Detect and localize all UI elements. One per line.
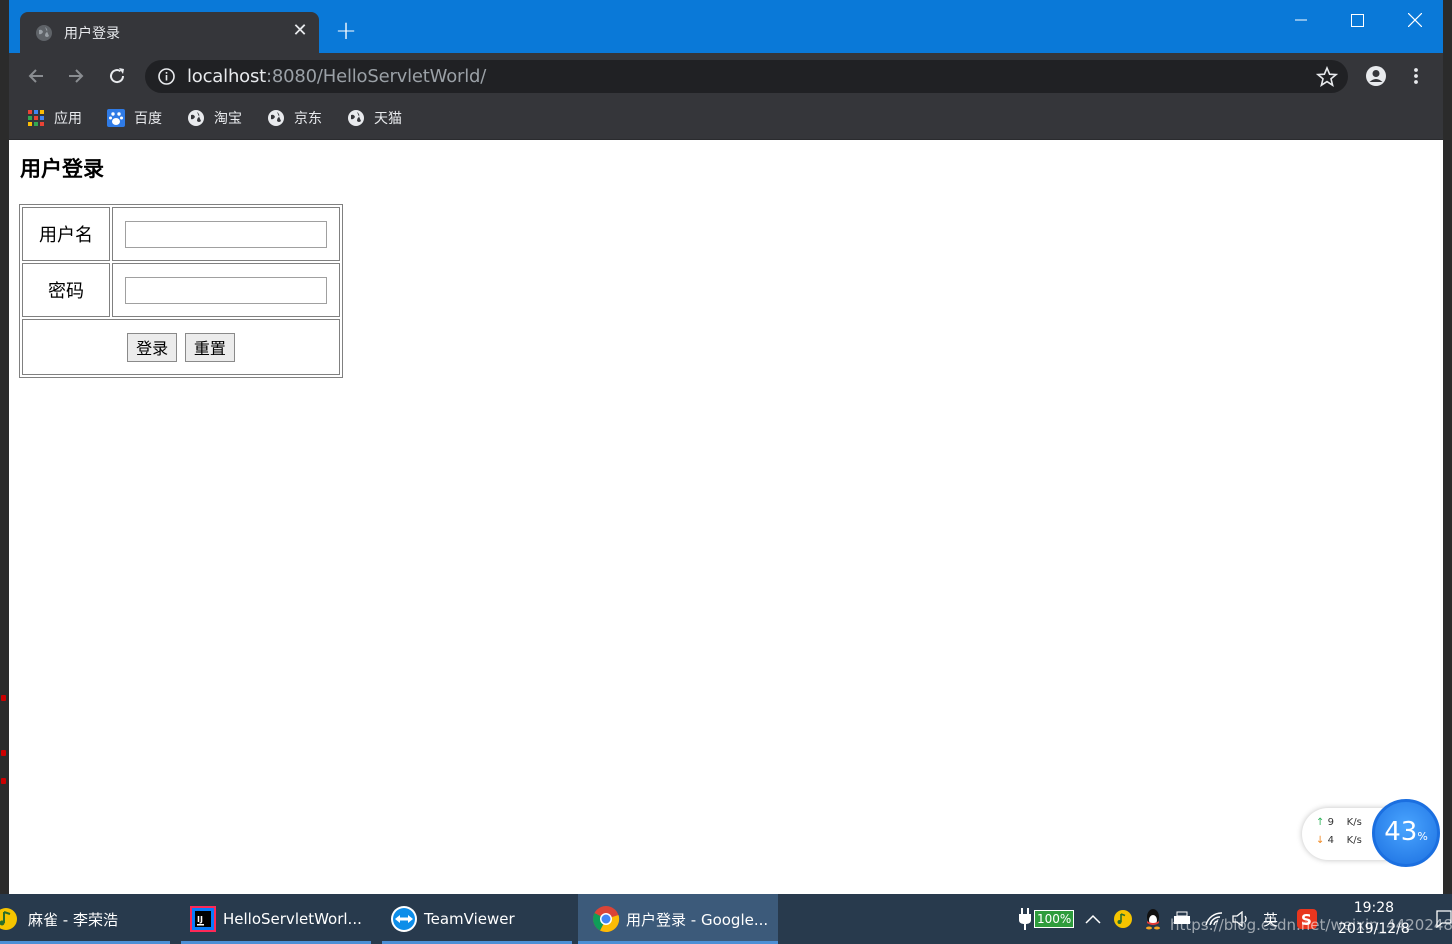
browser-toolbar: localhost:8080/HelloServletWorld/ — [9, 53, 1443, 98]
qq-penguin-icon — [1146, 909, 1160, 930]
csdn-watermark: https://blog.csdn.net/weixin_44202489 — [1170, 916, 1452, 934]
upload-speed: ↑ 9 K/s — [1316, 817, 1362, 828]
download-value: 4 — [1327, 835, 1334, 846]
reset-button[interactable]: 重置 — [184, 332, 235, 362]
teamviewer-icon — [391, 906, 417, 932]
bookmark-taobao[interactable]: 淘宝 — [187, 108, 242, 128]
bookmark-label: 京东 — [294, 111, 322, 127]
more-vert-icon — [1414, 68, 1418, 84]
usage-percent: 43% — [1375, 817, 1437, 847]
bookmark-label: 天猫 — [374, 111, 402, 127]
upload-value: 9 — [1327, 817, 1334, 828]
bookmark-label: 应用 — [54, 111, 82, 127]
button-row: 登录 重置 — [22, 319, 340, 375]
svg-text:IJ: IJ — [197, 915, 203, 924]
globe-icon — [268, 110, 284, 126]
globe-icon — [348, 110, 364, 126]
menu-button[interactable] — [1404, 64, 1428, 88]
address-bar[interactable]: localhost:8080/HelloServletWorld/ — [145, 60, 1348, 93]
arrow-left-icon — [28, 69, 43, 83]
chevron-up-icon — [1085, 914, 1101, 924]
url-path: :8080/HelloServletWorld/ — [266, 66, 487, 87]
url-text[interactable]: localhost:8080/HelloServletWorld/ — [187, 66, 486, 87]
taskbar-item-chrome[interactable]: 用户登录 - Google... — [578, 894, 778, 944]
username-input[interactable] — [125, 220, 327, 248]
bookmark-baidu[interactable]: 百度 — [107, 108, 162, 128]
power-plug-icon — [1019, 908, 1031, 930]
page-title: 用户登录 — [20, 157, 104, 181]
taskbar-item-teamviewer[interactable]: TeamViewer — [382, 894, 572, 944]
chrome-icon — [593, 906, 620, 933]
bookmark-label: 淘宝 — [214, 111, 242, 127]
upload-unit: K/s — [1346, 817, 1362, 828]
reload-button[interactable] — [105, 64, 129, 88]
background-ide-left-edge — [0, 0, 9, 944]
back-button[interactable] — [24, 64, 48, 88]
baidu-paw-icon — [107, 109, 125, 127]
browser-titlebar: 用户登录 ✕ + — [9, 0, 1443, 53]
maximize-button[interactable] — [1342, 8, 1372, 32]
bookmark-tmall[interactable]: 天猫 — [347, 108, 402, 128]
battery-indicator[interactable]: 100% — [1018, 906, 1075, 932]
globe-icon — [36, 25, 52, 41]
minimize-button[interactable] — [1286, 8, 1316, 32]
tray-music-app[interactable] — [1113, 906, 1133, 932]
intellij-icon: IJ — [190, 906, 216, 932]
taskbar-item-label: TeamViewer — [424, 910, 515, 928]
new-tab-button[interactable]: + — [335, 18, 357, 44]
arrow-right-icon — [69, 69, 84, 83]
page-content: 用户登录 用户名 密码 登录 重置 — [9, 140, 1443, 894]
username-label: 用户名 — [22, 207, 110, 261]
download-unit: K/s — [1346, 835, 1362, 846]
apps-grid-icon — [28, 110, 44, 126]
error-marker-icon — [1, 778, 6, 784]
arrow-up-icon: ↑ — [1316, 817, 1325, 828]
login-form-table: 用户名 密码 登录 重置 — [19, 204, 343, 378]
bookmarks-bar: 应用 百度 淘宝 京东 天猫 — [9, 98, 1443, 140]
battery-level: 100% — [1034, 910, 1075, 928]
tab-title: 用户登录 — [64, 26, 120, 42]
password-cell — [112, 263, 340, 317]
bookmark-jd[interactable]: 京东 — [267, 108, 322, 128]
taskbar-item-intellij[interactable]: IJ HelloServletWorl... — [181, 894, 371, 944]
maximize-icon — [1350, 13, 1364, 27]
music-app-icon — [1114, 910, 1132, 928]
error-marker-icon — [1, 695, 6, 701]
browser-window: 用户登录 ✕ + localhost:8080/HelloServletWorl… — [9, 0, 1443, 894]
music-icon — [0, 908, 17, 930]
background-ide-right-edge — [1443, 0, 1452, 944]
globe-icon — [188, 110, 204, 126]
url-host: localhost — [187, 66, 266, 87]
taskbar-item-label: 麻雀 - 李荣浩 — [28, 910, 118, 929]
arrow-down-icon: ↓ — [1316, 835, 1325, 846]
minimize-icon — [1295, 19, 1307, 21]
forward-button[interactable] — [64, 64, 88, 88]
login-button[interactable]: 登录 — [127, 332, 178, 362]
close-window-button[interactable] — [1400, 8, 1430, 32]
error-marker-icon — [1, 750, 6, 756]
usage-unit: % — [1417, 830, 1428, 843]
tray-qq[interactable] — [1143, 906, 1163, 932]
show-hidden-icons-button[interactable] — [1085, 906, 1101, 932]
info-icon[interactable] — [158, 68, 175, 85]
memory-usage-gauge[interactable]: 43% — [1372, 799, 1440, 867]
profile-button[interactable] — [1364, 64, 1388, 88]
reload-icon — [110, 68, 125, 84]
account-circle-icon — [1366, 66, 1386, 86]
browser-tab-active[interactable]: 用户登录 ✕ — [20, 12, 319, 53]
usage-value: 43 — [1384, 817, 1418, 847]
taskbar-item-label: HelloServletWorl... — [223, 910, 362, 928]
bookmark-label: 百度 — [134, 111, 162, 127]
password-label: 密码 — [22, 263, 110, 317]
bookmark-apps[interactable]: 应用 — [27, 108, 82, 128]
download-speed: ↓ 4 K/s — [1316, 835, 1362, 846]
close-icon — [1408, 13, 1422, 27]
star-icon[interactable] — [1316, 66, 1338, 88]
taskbar-item-label: 用户登录 - Google... — [626, 910, 769, 929]
password-input[interactable] — [125, 276, 327, 304]
taskbar-item-music[interactable]: 麻雀 - 李荣浩 — [0, 894, 170, 944]
username-cell — [112, 207, 340, 261]
close-tab-icon[interactable]: ✕ — [290, 21, 310, 41]
